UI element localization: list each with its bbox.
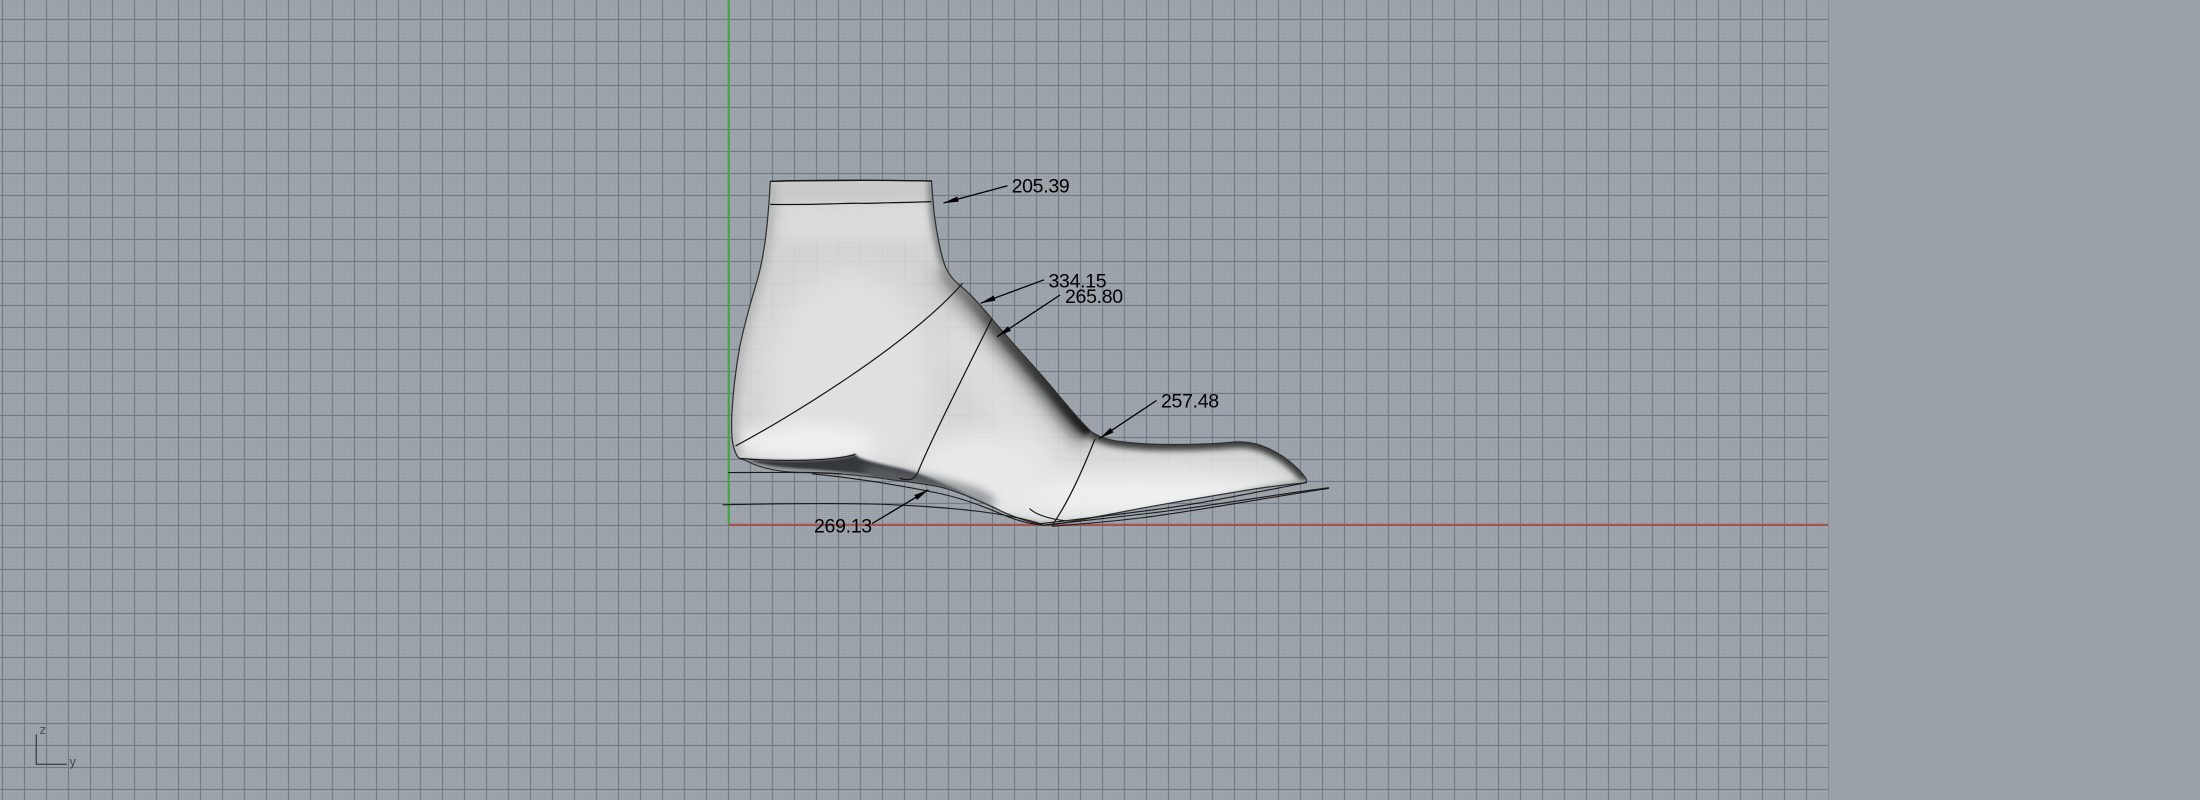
svg-text:257.48: 257.48 [1161, 391, 1219, 413]
svg-text:y: y [70, 754, 77, 769]
svg-text:269.13: 269.13 [814, 515, 872, 537]
svg-text:265.80: 265.80 [1065, 286, 1123, 308]
svg-text:205.39: 205.39 [1012, 176, 1070, 198]
svg-text:z: z [40, 722, 47, 737]
